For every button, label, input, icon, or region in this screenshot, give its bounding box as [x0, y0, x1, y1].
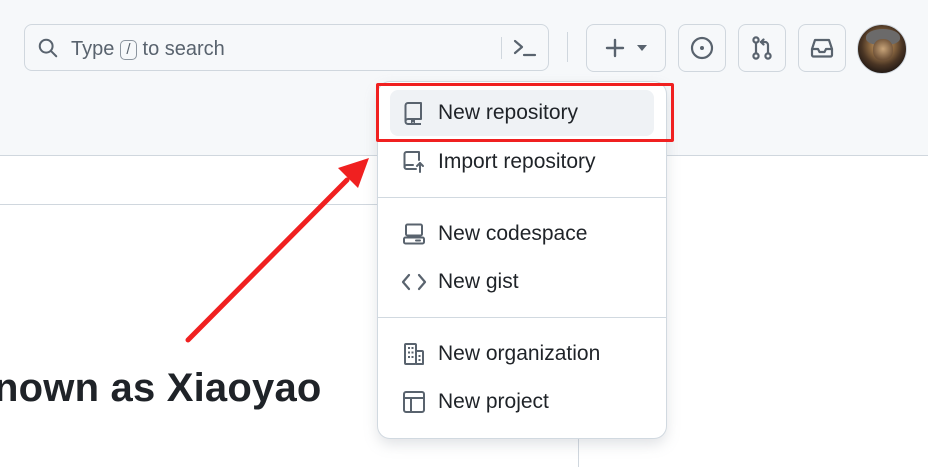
avatar-face: [873, 39, 893, 61]
search-placeholder: Type / to search: [71, 38, 225, 61]
issue-opened-icon: [689, 35, 715, 61]
menu-item-label: New gist: [438, 270, 519, 293]
table-icon: [401, 389, 427, 415]
organization-icon: [401, 341, 427, 367]
triangle-down-icon: [636, 44, 648, 52]
create-new-button[interactable]: [586, 24, 666, 72]
user-avatar[interactable]: [857, 24, 907, 74]
menu-separator: [378, 317, 666, 318]
inbox-button[interactable]: [798, 24, 846, 72]
menu-item-label: New organization: [438, 342, 601, 365]
terminal-icon[interactable]: [512, 37, 538, 59]
header-divider: [567, 32, 568, 62]
menu-item-new-repository[interactable]: New repository: [390, 90, 654, 136]
content-divider: [0, 204, 378, 205]
menu-item-import-repository[interactable]: Import repository: [390, 139, 654, 185]
repo-icon: [401, 100, 427, 126]
code-icon: [401, 269, 427, 295]
menu-item-new-project[interactable]: New project: [390, 379, 654, 425]
menu-item-label: New codespace: [438, 222, 588, 245]
create-new-menu: New repository Import repository New cod…: [378, 82, 666, 438]
menu-item-label: Import repository: [438, 150, 596, 173]
profile-heading: nown as Xiaoyao: [0, 366, 322, 410]
issues-button[interactable]: [678, 24, 726, 72]
codespaces-icon: [401, 221, 427, 247]
inbox-icon: [809, 35, 835, 61]
menu-item-label: New repository: [438, 101, 579, 124]
search-input[interactable]: Type / to search: [24, 24, 549, 71]
search-icon: [37, 37, 59, 59]
search-shortcut-key: /: [120, 39, 137, 60]
menu-separator: [378, 197, 666, 198]
pull-requests-button[interactable]: [738, 24, 786, 72]
search-divider: [501, 37, 502, 59]
menu-item-new-organization[interactable]: New organization: [390, 331, 654, 377]
git-pull-request-icon: [749, 35, 775, 61]
search-placeholder-prefix: Type: [71, 38, 115, 60]
menu-item-new-codespace[interactable]: New codespace: [390, 211, 654, 257]
menu-item-new-gist[interactable]: New gist: [390, 259, 654, 305]
menu-item-label: New project: [438, 390, 549, 413]
search-placeholder-suffix: to search: [142, 38, 225, 60]
repo-push-icon: [401, 149, 427, 175]
plus-icon: [604, 37, 626, 59]
column-divider: [578, 437, 579, 467]
